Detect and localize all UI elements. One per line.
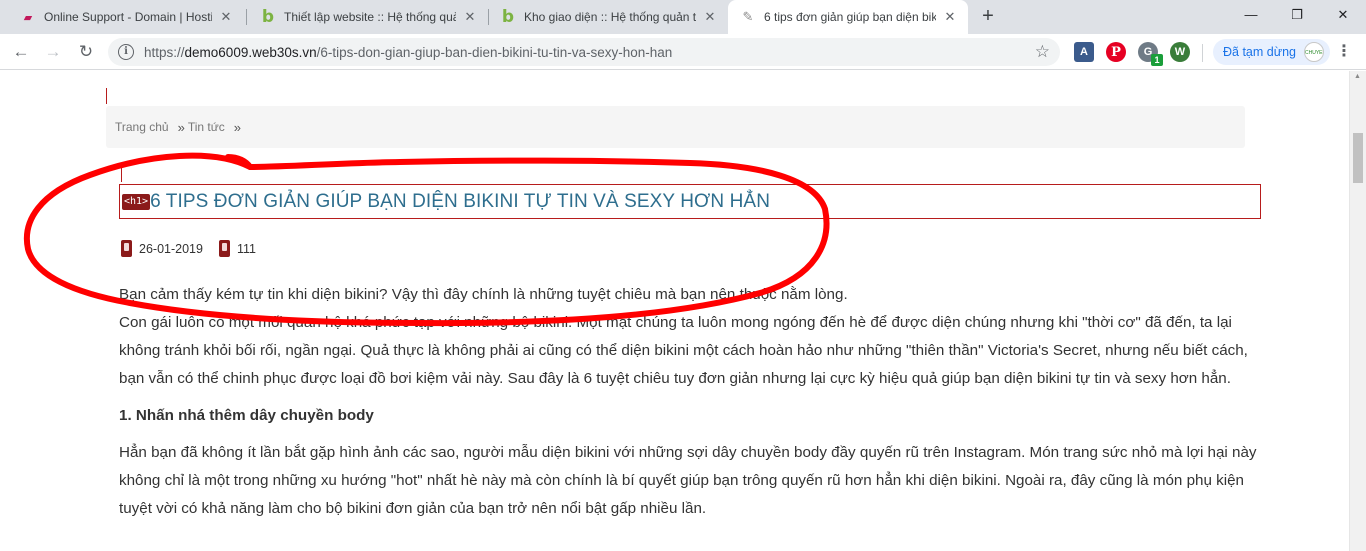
- breadcrumb-home-link[interactable]: Trang chủ: [115, 120, 169, 134]
- close-icon[interactable]: ✕: [462, 9, 478, 25]
- breadcrumb-separator: »: [233, 119, 241, 135]
- article-paragraph: Hẳn bạn đã không ít lần bắt gặp hình ảnh…: [119, 444, 1257, 517]
- forward-button[interactable]: →: [41, 40, 65, 64]
- breadcrumb-separator: »: [177, 119, 185, 135]
- tab-title: Kho giao diện :: Hệ thống quản trị: [524, 10, 696, 24]
- browser-toolbar: ← → ↻ i https://demo6009.web30s.vn/6-tip…: [0, 34, 1366, 70]
- tab-divider: [246, 9, 247, 25]
- article-body: Bạn cảm thấy kém tự tin khi diện bikini?…: [119, 281, 1269, 523]
- debug-marker: [121, 166, 122, 182]
- maximize-button[interactable]: ❐: [1274, 0, 1320, 30]
- tab-active-post[interactable]: ✎ 6 tips đơn giản giúp bạn diện bikini t…: [728, 0, 968, 34]
- b-favicon-icon: b: [501, 7, 515, 27]
- url-text[interactable]: https://demo6009.web30s.vn/6-tips-don-gi…: [144, 45, 672, 60]
- post-date: 26-01-2019: [139, 241, 203, 256]
- web-page: Trang chủ » Tin tức » <h1> 6 TIPS ĐƠN GI…: [0, 71, 1349, 551]
- profile-status-label: Đã tạm dừng: [1223, 45, 1296, 59]
- address-bar[interactable]: i https://demo6009.web30s.vn/6-tips-don-…: [108, 38, 1060, 66]
- close-icon[interactable]: ✕: [218, 9, 234, 25]
- annotation-stroke-tail: [225, 154, 253, 170]
- extension-globe-icon[interactable]: W: [1170, 42, 1190, 62]
- b-favicon-icon: b: [261, 7, 275, 27]
- tab-title: 6 tips đơn giản giúp bạn diện bikini tự …: [764, 10, 936, 24]
- scrollbar-thumb[interactable]: [1353, 133, 1363, 183]
- back-button[interactable]: ←: [9, 40, 33, 64]
- url-path: /6-tips-don-gian-giup-ban-dien-bikini-tu…: [316, 44, 673, 60]
- extension-a-icon[interactable]: A: [1074, 42, 1094, 62]
- close-icon[interactable]: ✕: [942, 9, 958, 25]
- tab-title: Thiết lập website :: Hệ thống quản trị: [284, 10, 456, 24]
- scroll-up-icon[interactable]: ▲: [1354, 73, 1361, 80]
- profile-button[interactable]: Đã tạm dừng CHUYEN: [1213, 39, 1330, 65]
- pinterest-icon[interactable]: P: [1106, 42, 1126, 62]
- post-favicon-icon: ✎: [742, 9, 754, 24]
- article-paragraph: Con gái luôn có một mối quan hệ khá phức…: [119, 314, 1248, 387]
- bookmark-star-icon[interactable]: ☆: [1035, 42, 1050, 62]
- url-scheme: https://: [144, 44, 185, 60]
- extension-badge: 1: [1151, 54, 1163, 66]
- breadcrumb-category-link[interactable]: Tin tức: [188, 120, 225, 134]
- onlinesupport-favicon-icon: ▰: [23, 11, 33, 24]
- views-icon: [218, 240, 230, 257]
- page-scrollbar[interactable]: ▲: [1349, 71, 1366, 551]
- post-meta: 26-01-2019 111: [121, 240, 256, 257]
- h1-tag-badge: <h1>: [122, 193, 151, 210]
- breadcrumb: Trang chủ » Tin tức »: [106, 106, 1245, 148]
- extension-gear-icon[interactable]: G 1: [1138, 42, 1163, 66]
- debug-marker: [106, 88, 107, 104]
- reload-button[interactable]: ↻: [74, 40, 98, 64]
- tab-online-support[interactable]: ▰ Online Support - Domain | Hosting ✕: [8, 0, 244, 34]
- page-title: 6 TIPS ĐƠN GIẢN GIÚP BẠN DIỆN BIKINI TỰ …: [150, 190, 771, 212]
- tab-kho-giao-dien[interactable]: b Kho giao diện :: Hệ thống quản trị ✕: [488, 0, 728, 34]
- post-view-count: 111: [236, 241, 256, 256]
- tab-strip: ▰ Online Support - Domain | Hosting ✕ b …: [0, 0, 1366, 34]
- close-window-button[interactable]: ✕: [1320, 0, 1366, 30]
- new-tab-button[interactable]: +: [976, 5, 1000, 29]
- article-subheading: 1. Nhấn nhá thêm dây chuyền body: [119, 407, 374, 424]
- browser-menu-icon[interactable]: ⋮: [1336, 42, 1352, 62]
- tab-thiet-lap-website[interactable]: b Thiết lập website :: Hệ thống quản trị…: [248, 0, 488, 34]
- minimize-button[interactable]: —: [1228, 0, 1274, 30]
- site-info-icon[interactable]: i: [118, 44, 134, 60]
- toolbar-divider: [1202, 44, 1203, 62]
- calendar-icon: [121, 240, 132, 257]
- tab-title: Online Support - Domain | Hosting: [44, 10, 212, 24]
- close-icon[interactable]: ✕: [702, 9, 718, 25]
- article-intro: Bạn cảm thấy kém tự tin khi diện bikini?…: [119, 286, 848, 303]
- url-host: demo6009.web30s.vn: [184, 44, 317, 60]
- avatar: CHUYEN: [1304, 42, 1324, 62]
- page-title-outline: <h1> 6 TIPS ĐƠN GIẢN GIÚP BẠN DIỆN BIKIN…: [119, 184, 1261, 219]
